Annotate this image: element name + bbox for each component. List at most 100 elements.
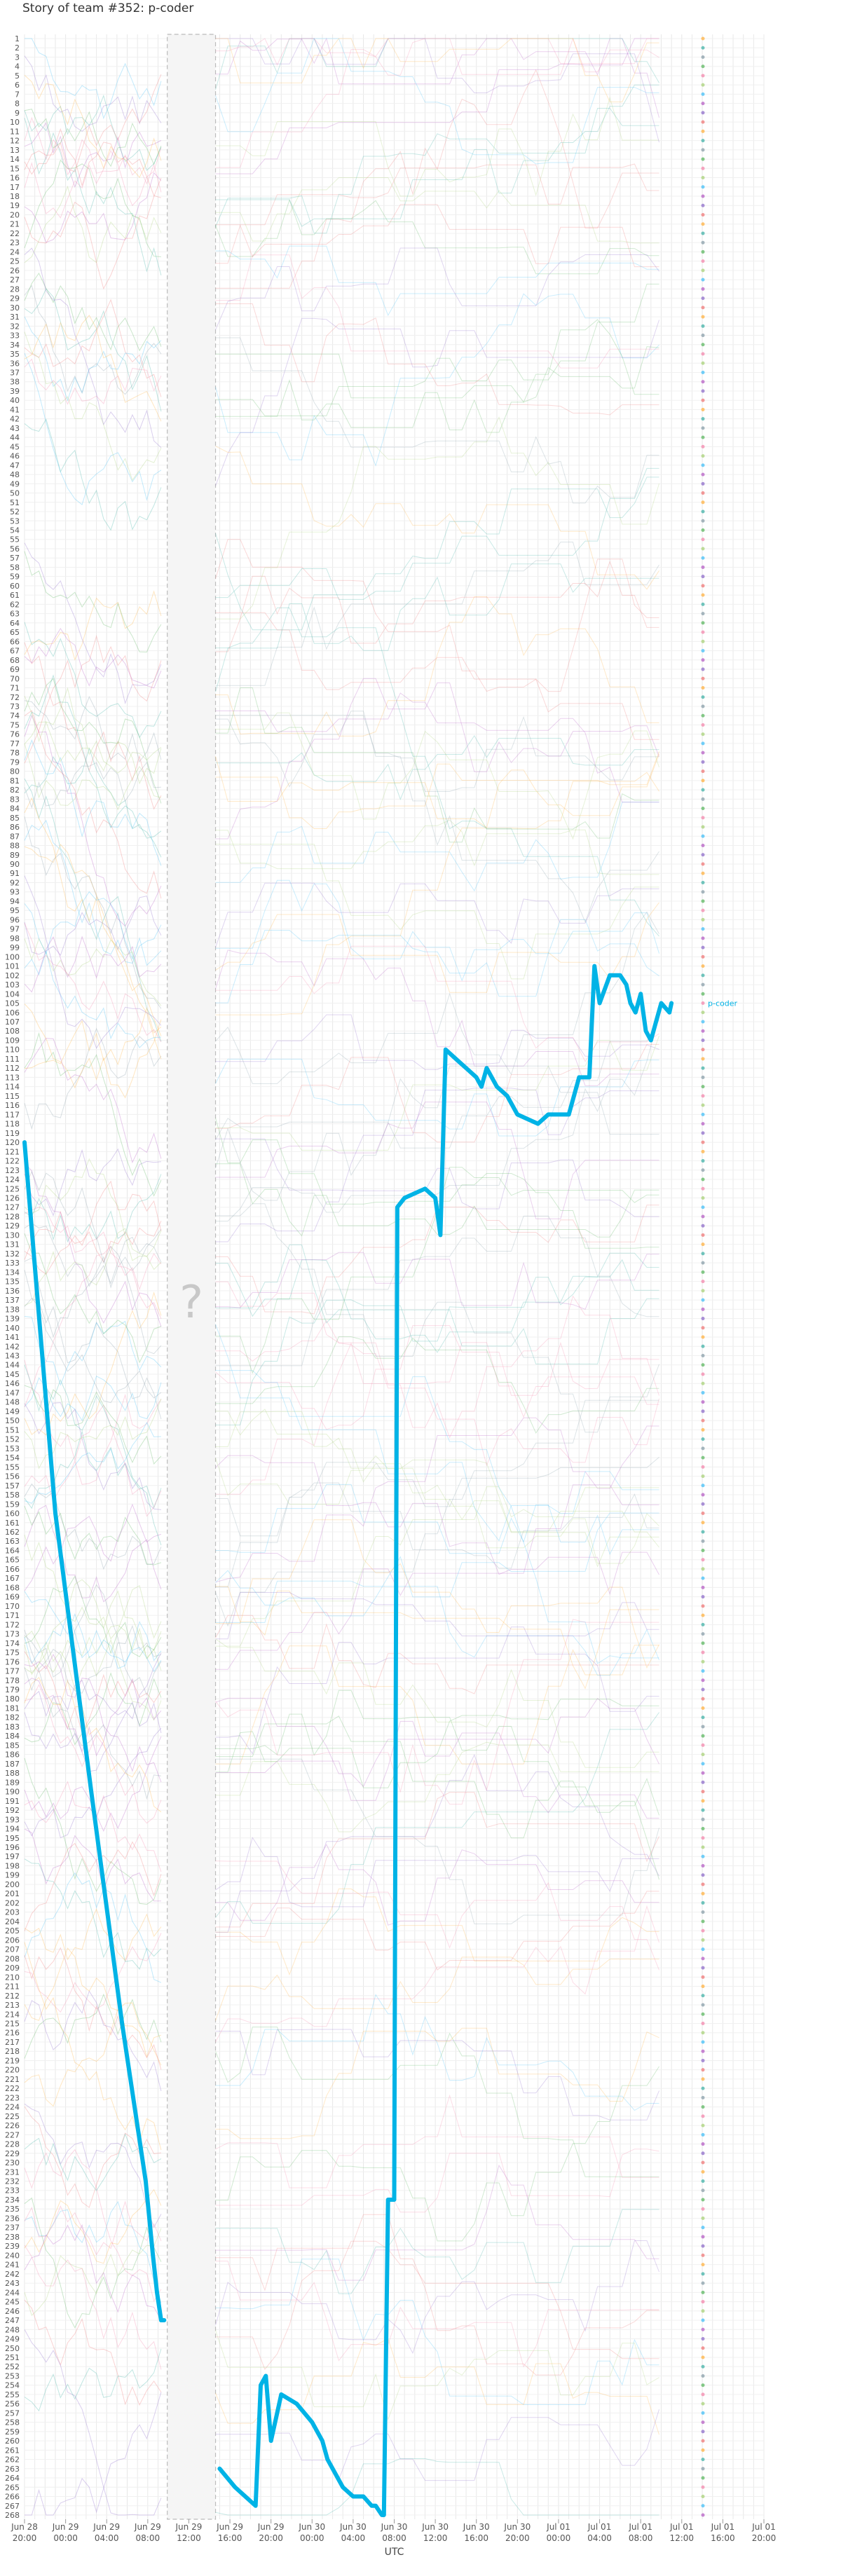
- legend-marker: [701, 296, 705, 301]
- legend-marker: [701, 565, 705, 569]
- series-point: [386, 2198, 390, 2202]
- y-tick-label: 225: [5, 2112, 20, 2121]
- y-tick-label: 116: [5, 1101, 20, 1110]
- legend-marker: [701, 890, 705, 894]
- legend-marker: [701, 315, 705, 319]
- other-team-line: [215, 1792, 659, 1928]
- legend-marker: [701, 1678, 705, 1683]
- legend-marker: [701, 306, 705, 310]
- y-tick-label: 112: [5, 1064, 20, 1073]
- legend-marker: [701, 148, 705, 152]
- y-tick-label: 215: [5, 2019, 20, 2028]
- y-tick-label: 58: [10, 563, 20, 572]
- y-tick-label: 73: [10, 702, 20, 711]
- legend-marker: [701, 1539, 705, 1543]
- legend-marker: [701, 1799, 705, 1803]
- legend-marker: [701, 1354, 705, 1358]
- y-tick-label: 59: [10, 573, 20, 582]
- y-tick-label: 36: [10, 359, 20, 368]
- y-tick-label: 135: [5, 1277, 20, 1287]
- y-tick-label: 175: [5, 1648, 20, 1657]
- y-tick-label: 234: [5, 2195, 20, 2205]
- y-tick-label: 245: [5, 2298, 20, 2307]
- legend-marker: [701, 2235, 705, 2239]
- y-tick-label: 72: [10, 693, 20, 702]
- legend-marker: [701, 2216, 705, 2220]
- legend-marker: [701, 1521, 705, 1525]
- legend-marker: [701, 36, 705, 41]
- series-point: [362, 2495, 366, 2499]
- legend-marker: [701, 1363, 705, 1367]
- legend-marker: [701, 481, 705, 486]
- series-line-p-coder: [22, 1140, 167, 2322]
- y-tick-label: 160: [5, 1509, 20, 1519]
- y-tick-label: 158: [5, 1491, 20, 1500]
- legend-marker: [701, 2114, 705, 2118]
- series-point: [89, 1790, 93, 1794]
- legend-marker: [701, 1632, 705, 1636]
- legend-marker: [701, 64, 705, 69]
- y-tick-label: 138: [5, 1305, 20, 1314]
- x-tick-label: 12:00: [423, 2533, 448, 2543]
- legend-marker: [701, 2402, 705, 2406]
- y-tick-label: 132: [5, 1249, 20, 1259]
- other-team-line: [215, 1888, 659, 1976]
- series-point: [243, 2495, 247, 2499]
- x-tick-label: 00:00: [53, 2533, 78, 2543]
- y-tick-label: 221: [5, 2075, 20, 2084]
- legend-marker: [701, 2439, 705, 2443]
- legend-marker: [701, 380, 705, 384]
- y-tick-label: 253: [5, 2371, 20, 2380]
- legend-marker: [701, 1975, 705, 1979]
- legend-marker: [701, 2458, 705, 2462]
- y-tick-label: 120: [5, 1138, 20, 1147]
- y-tick-label: 123: [5, 1166, 20, 1175]
- legend-marker: [701, 1159, 705, 1163]
- y-tick-label: 219: [5, 2056, 20, 2065]
- legend-marker: [701, 509, 705, 514]
- other-team-line: [215, 2330, 659, 2421]
- y-tick-label: 195: [5, 1834, 20, 1843]
- series-point: [634, 1010, 638, 1015]
- x-tick-label: Jun 29: [134, 2522, 161, 2532]
- y-tick-label: 155: [5, 1462, 20, 1472]
- y-tick-label: 25: [10, 257, 20, 266]
- legend-marker: [701, 2226, 705, 2230]
- y-tick-label: 233: [5, 2186, 20, 2195]
- y-tick-label: 89: [10, 851, 20, 860]
- series-point: [667, 1010, 671, 1015]
- y-tick-label: 153: [5, 1444, 20, 1453]
- y-tick-label: 174: [5, 1639, 20, 1648]
- y-tick-label: 137: [5, 1296, 20, 1305]
- x-tick-label: 04:00: [587, 2533, 612, 2543]
- series-point: [254, 2504, 258, 2508]
- y-tick-label: 53: [10, 516, 20, 526]
- legend-marker: [701, 1910, 705, 1914]
- y-tick-label: 244: [5, 2288, 20, 2297]
- y-tick-label: 27: [10, 275, 20, 285]
- legend-marker: [701, 992, 705, 996]
- y-tick-label: 251: [5, 2353, 20, 2362]
- legend-marker: [701, 676, 705, 680]
- legend-marker: [701, 834, 705, 838]
- y-tick-label: 35: [10, 350, 20, 359]
- other-team-line: [215, 819, 659, 875]
- legend-marker: [701, 2430, 705, 2434]
- y-tick-label: 256: [5, 2399, 20, 2409]
- legend-marker: [701, 1289, 705, 1293]
- other-team-line: [215, 2209, 659, 2294]
- y-tick-label: 194: [5, 1825, 20, 1834]
- y-tick-label: 267: [5, 2502, 20, 2511]
- y-tick-label: 15: [10, 164, 20, 173]
- y-tick-label: 159: [5, 1500, 20, 1509]
- y-tick-label: 223: [5, 2093, 20, 2102]
- y-tick-label: 102: [5, 971, 20, 980]
- other-team-line: [215, 1741, 659, 1832]
- legend-marker: [701, 231, 705, 235]
- y-tick-label: 170: [5, 1602, 20, 1611]
- legend-marker: [701, 102, 705, 106]
- legend-marker: [701, 760, 705, 764]
- legend-marker: [701, 1613, 705, 1617]
- y-tick-label: 80: [10, 767, 20, 776]
- y-tick-label: 213: [5, 2001, 20, 2010]
